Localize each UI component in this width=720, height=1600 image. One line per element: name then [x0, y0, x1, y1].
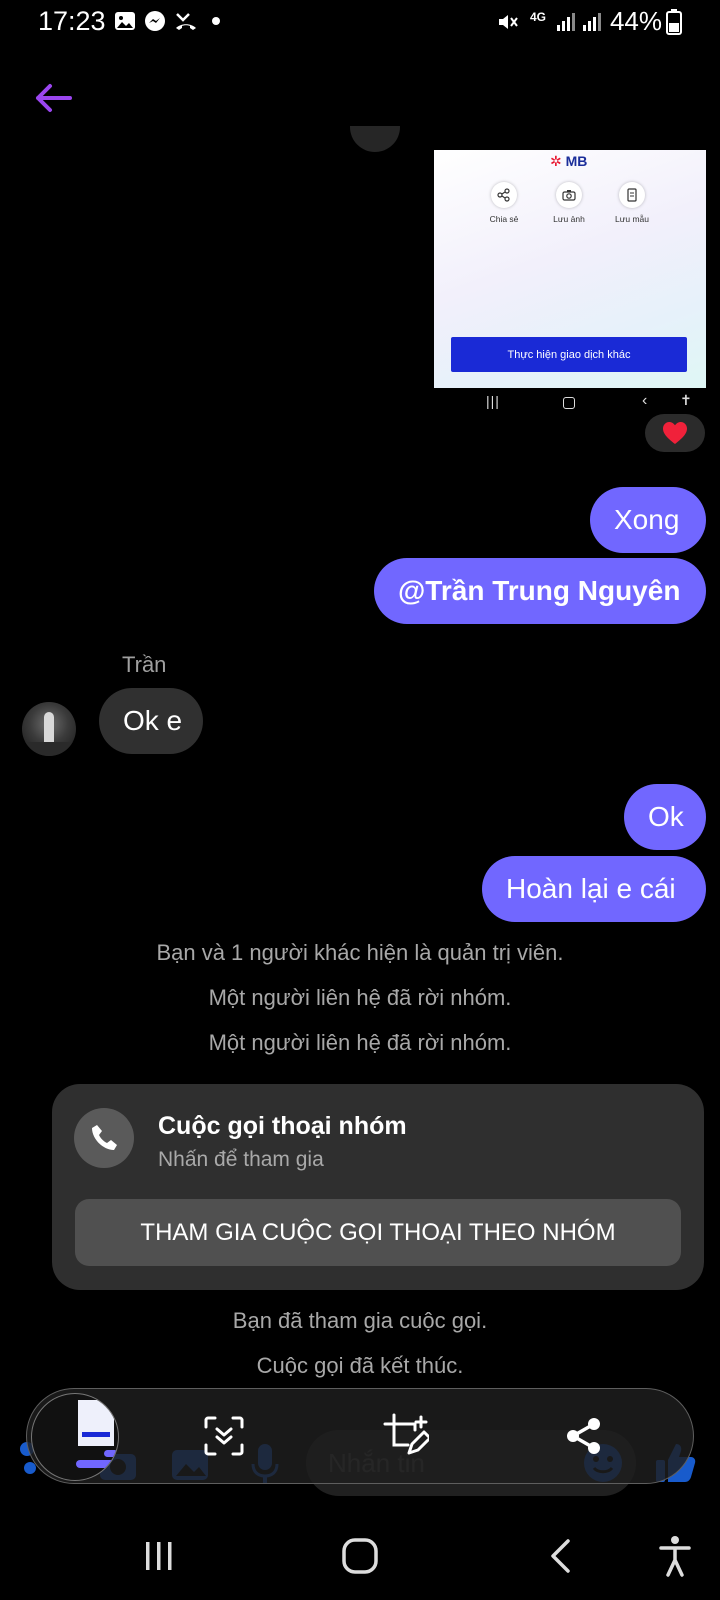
reaction-badge[interactable] [645, 414, 705, 452]
call-title: Cuộc gọi thoại nhóm [158, 1112, 407, 1140]
image-cta: Thực hiện giao dịch khác [451, 337, 687, 372]
image-recents-icon: ||| [486, 393, 500, 409]
image-back-icon: ‹ [642, 392, 648, 409]
status-time: 17:23 [38, 6, 106, 36]
home-icon [342, 1538, 378, 1574]
capture-toolbar [26, 1388, 694, 1484]
dot-icon [212, 17, 220, 25]
document-icon [627, 188, 637, 202]
battery-icon [666, 9, 682, 35]
image-action-save-photo: Lưu ảnh [539, 182, 599, 224]
image-icon [115, 12, 135, 30]
avatar[interactable] [22, 702, 76, 756]
scroll-capture-button[interactable] [195, 1407, 253, 1465]
home-button[interactable] [325, 1526, 395, 1586]
system-message: Một người liên hệ đã rời nhóm. [208, 985, 512, 1010]
share-button[interactable] [555, 1407, 613, 1465]
phone-icon [74, 1108, 134, 1168]
system-message: Bạn và 1 người khác hiện là quản trị viê… [156, 940, 564, 965]
crop-edit-button[interactable] [377, 1407, 435, 1465]
crop-edit-icon [383, 1413, 429, 1455]
missed-call-icon [176, 13, 196, 30]
back-button[interactable] [28, 76, 78, 120]
battery-percent: 44% [609, 6, 662, 36]
scroll-capture-icon [204, 1416, 244, 1456]
camera-icon [562, 190, 576, 201]
nav-bar [0, 1520, 720, 1600]
message-out-mention[interactable]: @Trần Trung Nguyên [374, 558, 706, 624]
image-accessibility-icon: ✝ [680, 392, 692, 408]
system-message: Bạn đã tham gia cuộc gọi. [232, 1308, 488, 1333]
back-nav-button[interactable] [526, 1526, 596, 1586]
heart-icon [663, 422, 687, 444]
chevron-left-icon [551, 1539, 570, 1573]
mb-logo: ✲ MB [550, 153, 588, 169]
share-icon [567, 1418, 600, 1454]
message-out-refund[interactable]: Hoàn lại e cái [482, 856, 706, 922]
recents-icon [146, 1542, 172, 1570]
call-subtitle: Nhấn để tham gia [158, 1148, 324, 1171]
sender-name: Trần [122, 652, 167, 677]
mute-icon [499, 15, 518, 29]
messenger-icon [145, 11, 165, 31]
join-call-button[interactable]: THAM GIA CUỘC GỌI THOẠI THEO NHÓM [75, 1199, 681, 1266]
arrow-left-icon [36, 84, 72, 112]
network-type: 4G [530, 10, 547, 24]
accessibility-button[interactable] [640, 1526, 710, 1586]
status-bar: 17:23 4G 44% [0, 0, 720, 46]
shared-image[interactable]: ✲ MB Chia sẻ Lưu ảnh Lưu mẫu Thực hiện g… [434, 150, 706, 388]
system-message: Một người liên hệ đã rời nhóm. [208, 1030, 512, 1055]
message-out-ok[interactable]: Ok [624, 784, 706, 850]
accessibility-icon [659, 1536, 691, 1577]
group-call-card[interactable]: Cuộc gọi thoại nhóm Nhấn để tham gia THA… [52, 1084, 704, 1290]
message-in-ok-e[interactable]: Ok e [99, 688, 203, 754]
system-message: Cuộc gọi đã kết thúc. [256, 1353, 464, 1378]
capture-thumbnail[interactable] [31, 1393, 119, 1481]
partial-avatar [350, 126, 400, 154]
image-action-share: Chia sẻ [474, 182, 534, 224]
signal-icon [557, 13, 575, 31]
share-icon [497, 188, 510, 202]
image-home-icon [563, 397, 575, 409]
signal-icon [583, 13, 601, 31]
recents-button[interactable] [124, 1526, 194, 1586]
message-out-xong[interactable]: Xong [590, 487, 706, 553]
image-action-save-template: Lưu mẫu [602, 182, 662, 224]
